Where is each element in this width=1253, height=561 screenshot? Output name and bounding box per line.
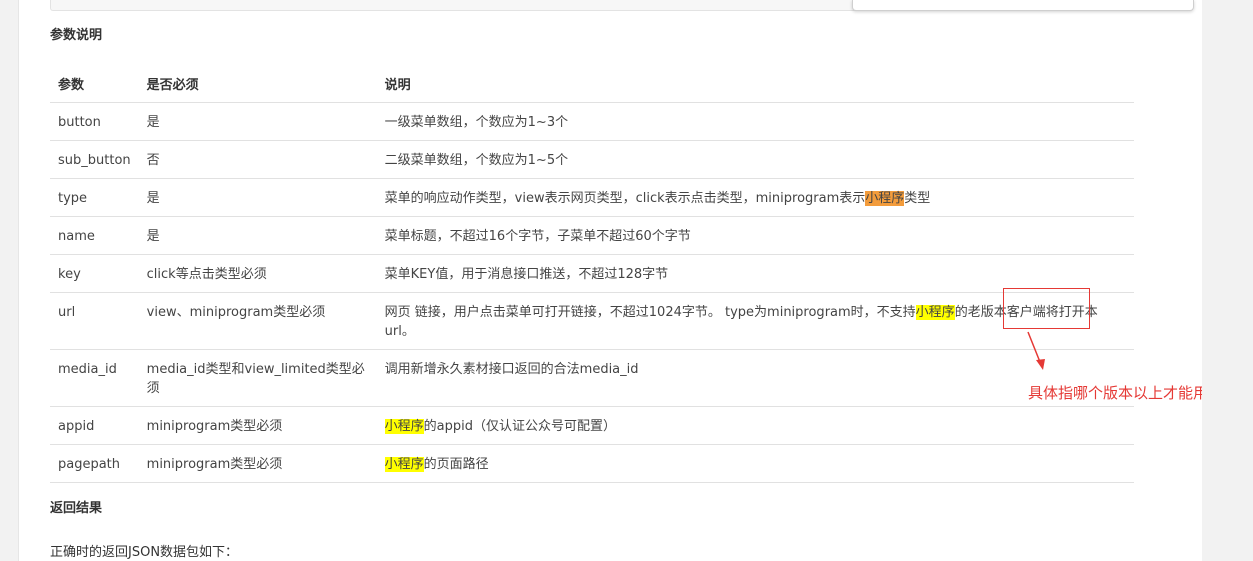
description-cell: 小程序的appid（仅认证公众号可配置） — [376, 406, 1134, 445]
annotation-note: 具体指哪个版本以上才能用 — [1028, 384, 1209, 402]
annotation-arrow-icon — [1027, 331, 1045, 370]
miniprogram-highlight: 小程序 — [865, 191, 905, 206]
table-row: url view、miniprogram类型必须 网页 链接，用户点击菜单可打开… — [50, 292, 1134, 350]
table-row: sub_button 否 二级菜单数组，个数应为1~5个 — [50, 140, 1134, 179]
top-popup-edge — [852, 0, 1194, 11]
required-cell: 否 — [138, 140, 377, 179]
description-text: 的appid（仅认证公众号可配置） — [423, 419, 617, 434]
required-cell: miniprogram类型必须 — [138, 406, 377, 445]
required-cell: media_id类型和view_limited类型必须 — [138, 349, 377, 407]
table-row: pagepath miniprogram类型必须 小程序的页面路径 — [50, 444, 1134, 483]
required-cell: miniprogram类型必须 — [138, 444, 377, 483]
annotation-highlight-box — [1003, 288, 1090, 329]
header-param: 参数 — [50, 65, 139, 103]
params-table: 参数 是否必须 说明 button 是 一级菜单数组，个数应为1~3个 sub_… — [50, 65, 1134, 483]
required-cell: view、miniprogram类型必须 — [138, 292, 377, 350]
table-header-row: 参数 是否必须 说明 — [50, 65, 1134, 103]
table-row: button 是 一级菜单数组，个数应为1~3个 — [50, 102, 1134, 141]
table-row: type 是 菜单的响应动作类型，view表示网页类型，click表示点击类型，… — [50, 178, 1134, 217]
miniprogram-highlight: 小程序 — [384, 419, 424, 434]
param-cell: appid — [50, 406, 139, 445]
table-row: media_id media_id类型和view_limited类型必须 调用新… — [50, 349, 1134, 407]
return-description: 正确时的返回JSON数据包如下： — [50, 545, 239, 560]
required-cell: 是 — [138, 178, 377, 217]
required-cell: 是 — [138, 102, 377, 141]
description-cell: 一级菜单数组，个数应为1~3个 — [376, 102, 1134, 141]
description-cell: 小程序的页面路径 — [376, 444, 1134, 483]
param-cell: url — [50, 292, 139, 350]
scrollbar-track[interactable] — [1202, 0, 1253, 561]
table-row: key click等点击类型必须 菜单KEY值，用于消息接口推送，不超过128字… — [50, 254, 1134, 293]
param-cell: key — [50, 254, 139, 293]
miniprogram-highlight: 小程序 — [915, 305, 955, 320]
miniprogram-highlight: 小程序 — [384, 457, 424, 472]
description-cell: 菜单标题，不超过16个字节，子菜单不超过60个字节 — [376, 216, 1134, 255]
param-cell: type — [50, 178, 139, 217]
param-cell: media_id — [50, 349, 139, 407]
header-required: 是否必须 — [138, 65, 377, 103]
description-text: 菜单的响应动作类型，view表示网页类型，click表示点击类型，minipro… — [384, 191, 866, 206]
description-cell: 二级菜单数组，个数应为1~5个 — [376, 140, 1134, 179]
description-text: 网页 链接，用户点击菜单可打开链接，不超过1024字节。 type为minipr… — [384, 305, 916, 320]
param-cell: name — [50, 216, 139, 255]
param-cell: pagepath — [50, 444, 139, 483]
description-cell: 菜单KEY值，用于消息接口推送，不超过128字节 — [376, 254, 1134, 293]
params-section-title: 参数说明 — [50, 28, 103, 43]
table-row: appid miniprogram类型必须 小程序的appid（仅认证公众号可配… — [50, 406, 1134, 445]
param-cell: button — [50, 102, 139, 141]
required-cell: click等点击类型必须 — [138, 254, 377, 293]
param-cell: sub_button — [50, 140, 139, 179]
description-text: 的页面路径 — [423, 457, 489, 472]
required-cell: 是 — [138, 216, 377, 255]
top-code-block-edge — [50, 0, 902, 11]
return-section-title: 返回结果 — [50, 501, 103, 516]
table-row: name 是 菜单标题，不超过16个字节，子菜单不超过60个字节 — [50, 216, 1134, 255]
header-description: 说明 — [376, 65, 1134, 103]
description-text: 类型 — [904, 191, 931, 206]
description-cell: 菜单的响应动作类型，view表示网页类型，click表示点击类型，minipro… — [376, 178, 1134, 217]
